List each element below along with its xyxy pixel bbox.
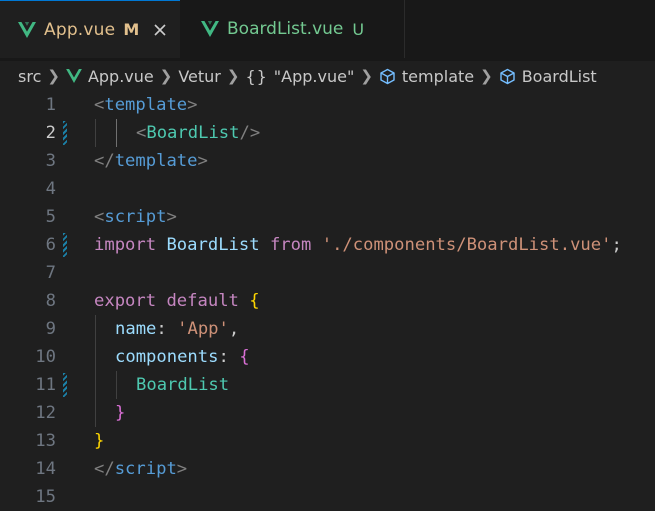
code-text: BoardList xyxy=(136,375,230,395)
braces-icon: {} xyxy=(245,66,268,86)
code-text: <BoardList/> xyxy=(136,123,261,143)
code-line: 5 <script> xyxy=(0,203,655,231)
code-line: 7 xyxy=(0,259,655,287)
cube-icon xyxy=(500,68,515,84)
indent-guide xyxy=(95,399,96,427)
breadcrumb-label: App.vue xyxy=(87,66,154,86)
code-line: 9 name: 'App', xyxy=(0,315,655,343)
code-editor[interactable]: 1 <template> 2 <BoardList/> 3 </template… xyxy=(0,91,655,507)
code-line: 4 xyxy=(0,175,655,203)
editor-tab-bar: App.vue M BoardList.vue U xyxy=(0,0,655,61)
indent-guide xyxy=(116,119,117,147)
chevron-right-icon: ❯ xyxy=(480,67,493,85)
code-line: 15 xyxy=(0,483,655,511)
line-number: 14 xyxy=(35,459,56,479)
tab-label: App.vue xyxy=(44,19,116,40)
tab-boardlist-vue[interactable]: BoardList.vue U xyxy=(181,0,405,58)
tab-app-vue[interactable]: App.vue M xyxy=(0,0,180,58)
indent-guide xyxy=(95,343,96,371)
code-text: </script> xyxy=(94,459,188,479)
code-text: } xyxy=(94,431,105,451)
chevron-right-icon: ❯ xyxy=(360,67,373,85)
code-line: 11 BoardList xyxy=(0,371,655,399)
breadcrumb-label: "App.vue" xyxy=(273,66,355,86)
code-text: </template> xyxy=(94,151,208,171)
indent-guide xyxy=(116,371,117,399)
chevron-right-icon: ❯ xyxy=(226,67,240,85)
line-number: 1 xyxy=(45,95,56,115)
code-text: <template> xyxy=(94,95,198,115)
line-number: 10 xyxy=(35,347,56,367)
breadcrumb-item-template[interactable]: template xyxy=(379,67,474,86)
line-number: 12 xyxy=(35,403,56,423)
code-line: 12 } xyxy=(0,399,655,427)
chevron-right-icon: ❯ xyxy=(159,67,173,85)
code-text: <script> xyxy=(94,207,177,227)
cube-icon xyxy=(380,68,395,84)
line-number: 4 xyxy=(45,179,56,199)
breadcrumb-item-src[interactable]: src xyxy=(18,67,41,86)
line-number: 9 xyxy=(45,319,56,339)
tab-label: BoardList.vue xyxy=(227,19,344,39)
breadcrumb-item-file[interactable]: App.vue xyxy=(66,67,154,86)
code-line: 2 <BoardList/> xyxy=(0,119,655,147)
line-number: 6 xyxy=(45,235,56,255)
line-number: 15 xyxy=(35,487,56,507)
chevron-right-icon: ❯ xyxy=(47,67,60,85)
indent-guide xyxy=(95,119,96,147)
line-number: 2 xyxy=(45,123,56,143)
breadcrumb-label: src xyxy=(18,66,42,86)
breadcrumb-item-vetur[interactable]: Vetur xyxy=(178,67,221,86)
line-number: 11 xyxy=(35,375,56,395)
breadcrumb-item-boardlist[interactable]: BoardList xyxy=(499,67,597,86)
git-modified-marker[interactable] xyxy=(63,233,67,257)
breadcrumb-label: BoardList xyxy=(521,66,597,86)
git-modified-marker[interactable] xyxy=(63,121,67,145)
tab-status-badge: M xyxy=(123,20,140,39)
code-line: 13 } xyxy=(0,427,655,455)
code-text: export default { xyxy=(94,291,260,311)
line-number: 8 xyxy=(45,291,56,311)
code-line: 10 components: { xyxy=(0,343,655,371)
vue-icon xyxy=(18,21,36,38)
indent-guide xyxy=(95,371,96,399)
code-line: 6 import BoardList from './components/Bo… xyxy=(0,231,655,259)
code-text: } xyxy=(115,403,126,423)
code-line: 8 export default { xyxy=(0,287,655,315)
line-number: 13 xyxy=(35,431,56,451)
vue-icon xyxy=(66,69,82,83)
code-line: 1 <template> xyxy=(0,91,655,119)
code-text: name: 'App', xyxy=(115,319,240,339)
line-number: 3 xyxy=(45,151,56,171)
tab-status-badge: U xyxy=(352,19,365,39)
breadcrumb-label: Vetur xyxy=(178,66,221,86)
git-modified-marker[interactable] xyxy=(63,373,67,397)
line-number: 7 xyxy=(45,263,56,283)
line-number: 5 xyxy=(45,207,56,227)
code-text: components: { xyxy=(115,347,250,367)
indent-guide xyxy=(95,315,96,343)
code-line: 3 </template> xyxy=(0,147,655,175)
breadcrumb-label: template xyxy=(401,66,475,86)
vue-icon xyxy=(201,21,219,37)
code-line: 14 </script> xyxy=(0,455,655,483)
breadcrumb-item-module[interactable]: {} "App.vue" xyxy=(245,67,354,86)
code-text: import BoardList from './components/Boar… xyxy=(94,235,622,255)
close-icon[interactable] xyxy=(153,23,167,37)
breadcrumb: src ❯ App.vue ❯ Vetur ❯ {} "App.vue" ❯ t… xyxy=(0,61,655,91)
